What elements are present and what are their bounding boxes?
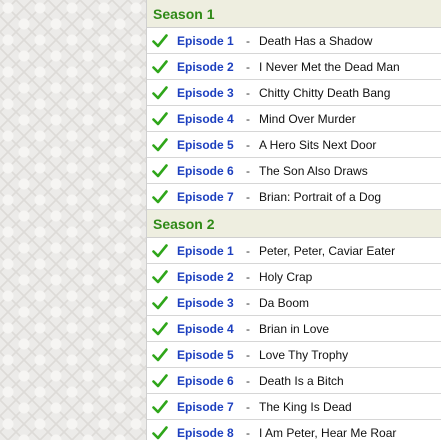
check-mark-icon <box>152 347 168 361</box>
episode-title: A Hero Sits Next Door <box>259 137 377 152</box>
season-title: Season 2 <box>153 215 215 232</box>
check-mark-icon <box>152 243 168 257</box>
episode-row: Episode 4 - Mind Over Murder <box>147 106 441 132</box>
episode-title: I Am Peter, Hear Me Roar <box>259 425 397 440</box>
season-title: Season 1 <box>153 5 215 22</box>
separator: - <box>246 111 250 126</box>
episode-link[interactable]: Episode 3 <box>177 296 237 310</box>
season-1-header: Season 1 <box>147 0 441 28</box>
episode-row: Episode 3 - Da Boom <box>147 290 441 316</box>
check-mark-icon <box>152 295 168 309</box>
episode-link[interactable]: Episode 8 <box>177 426 237 440</box>
episode-row: Episode 7 - The King Is Dead <box>147 394 441 420</box>
separator: - <box>246 321 250 336</box>
check-mark-icon <box>152 33 168 47</box>
separator: - <box>246 347 250 362</box>
separator: - <box>246 189 250 204</box>
episode-link[interactable]: Episode 1 <box>177 244 237 258</box>
separator: - <box>246 163 250 178</box>
separator: - <box>246 59 250 74</box>
episode-row: Episode 1 - Peter, Peter, Caviar Eater <box>147 238 441 264</box>
episode-link[interactable]: Episode 2 <box>177 270 237 284</box>
episode-link[interactable]: Episode 1 <box>177 34 237 48</box>
separator: - <box>246 399 250 414</box>
check-mark-icon <box>152 163 168 177</box>
episode-link[interactable]: Episode 7 <box>177 400 237 414</box>
separator: - <box>246 85 250 100</box>
episode-title: The Son Also Draws <box>259 163 368 178</box>
episode-row: Episode 1 - Death Has a Shadow <box>147 28 441 54</box>
check-mark-icon <box>152 425 168 439</box>
episode-link[interactable]: Episode 5 <box>177 348 237 362</box>
episode-row: Episode 3 - Chitty Chitty Death Bang <box>147 80 441 106</box>
check-mark-icon <box>152 373 168 387</box>
episode-link[interactable]: Episode 6 <box>177 374 237 388</box>
episode-list-panel: Season 1 Episode 1 - Death Has a Shadow … <box>146 0 441 440</box>
episode-link[interactable]: Episode 4 <box>177 322 237 336</box>
separator: - <box>246 243 250 258</box>
episode-row: Episode 4 - Brian in Love <box>147 316 441 342</box>
episode-row: Episode 5 - Love Thy Trophy <box>147 342 441 368</box>
episode-title: Love Thy Trophy <box>259 347 349 362</box>
episode-title: Chitty Chitty Death Bang <box>259 85 391 100</box>
episode-link[interactable]: Episode 5 <box>177 138 237 152</box>
episode-link[interactable]: Episode 3 <box>177 86 237 100</box>
separator: - <box>246 373 250 388</box>
episode-title: Holy Crap <box>259 269 313 284</box>
separator: - <box>246 137 250 152</box>
check-mark-icon <box>152 111 168 125</box>
episode-link[interactable]: Episode 7 <box>177 190 237 204</box>
episode-title: Da Boom <box>259 295 310 310</box>
episode-row: Episode 6 - The Son Also Draws <box>147 158 441 184</box>
separator: - <box>246 295 250 310</box>
episode-title: Death Has a Shadow <box>259 33 373 48</box>
episode-row: Episode 2 - Holy Crap <box>147 264 441 290</box>
episode-title: Brian: Portrait of a Dog <box>259 189 382 204</box>
episode-row: Episode 5 - A Hero Sits Next Door <box>147 132 441 158</box>
check-mark-icon <box>152 137 168 151</box>
episode-link[interactable]: Episode 6 <box>177 164 237 178</box>
check-mark-icon <box>152 399 168 413</box>
episode-row: Episode 7 - Brian: Portrait of a Dog <box>147 184 441 210</box>
episode-title: I Never Met the Dead Man <box>259 59 400 74</box>
check-mark-icon <box>152 269 168 283</box>
check-mark-icon <box>152 189 168 203</box>
episode-row: Episode 6 - Death Is a Bitch <box>147 368 441 394</box>
separator: - <box>246 425 250 440</box>
separator: - <box>246 269 250 284</box>
episode-row: Episode 2 - I Never Met the Dead Man <box>147 54 441 80</box>
episode-title: Death Is a Bitch <box>259 373 344 388</box>
episode-link[interactable]: Episode 2 <box>177 60 237 74</box>
episode-title: Peter, Peter, Caviar Eater <box>259 243 396 258</box>
episode-row: Episode 8 - I Am Peter, Hear Me Roar <box>147 420 441 440</box>
episode-title: Mind Over Murder <box>259 111 356 126</box>
check-mark-icon <box>152 59 168 73</box>
check-mark-icon <box>152 321 168 335</box>
check-mark-icon <box>152 85 168 99</box>
episode-title: The King Is Dead <box>259 399 352 414</box>
episode-link[interactable]: Episode 4 <box>177 112 237 126</box>
season-2-header: Season 2 <box>147 210 441 238</box>
episode-title: Brian in Love <box>259 321 330 336</box>
separator: - <box>246 33 250 48</box>
